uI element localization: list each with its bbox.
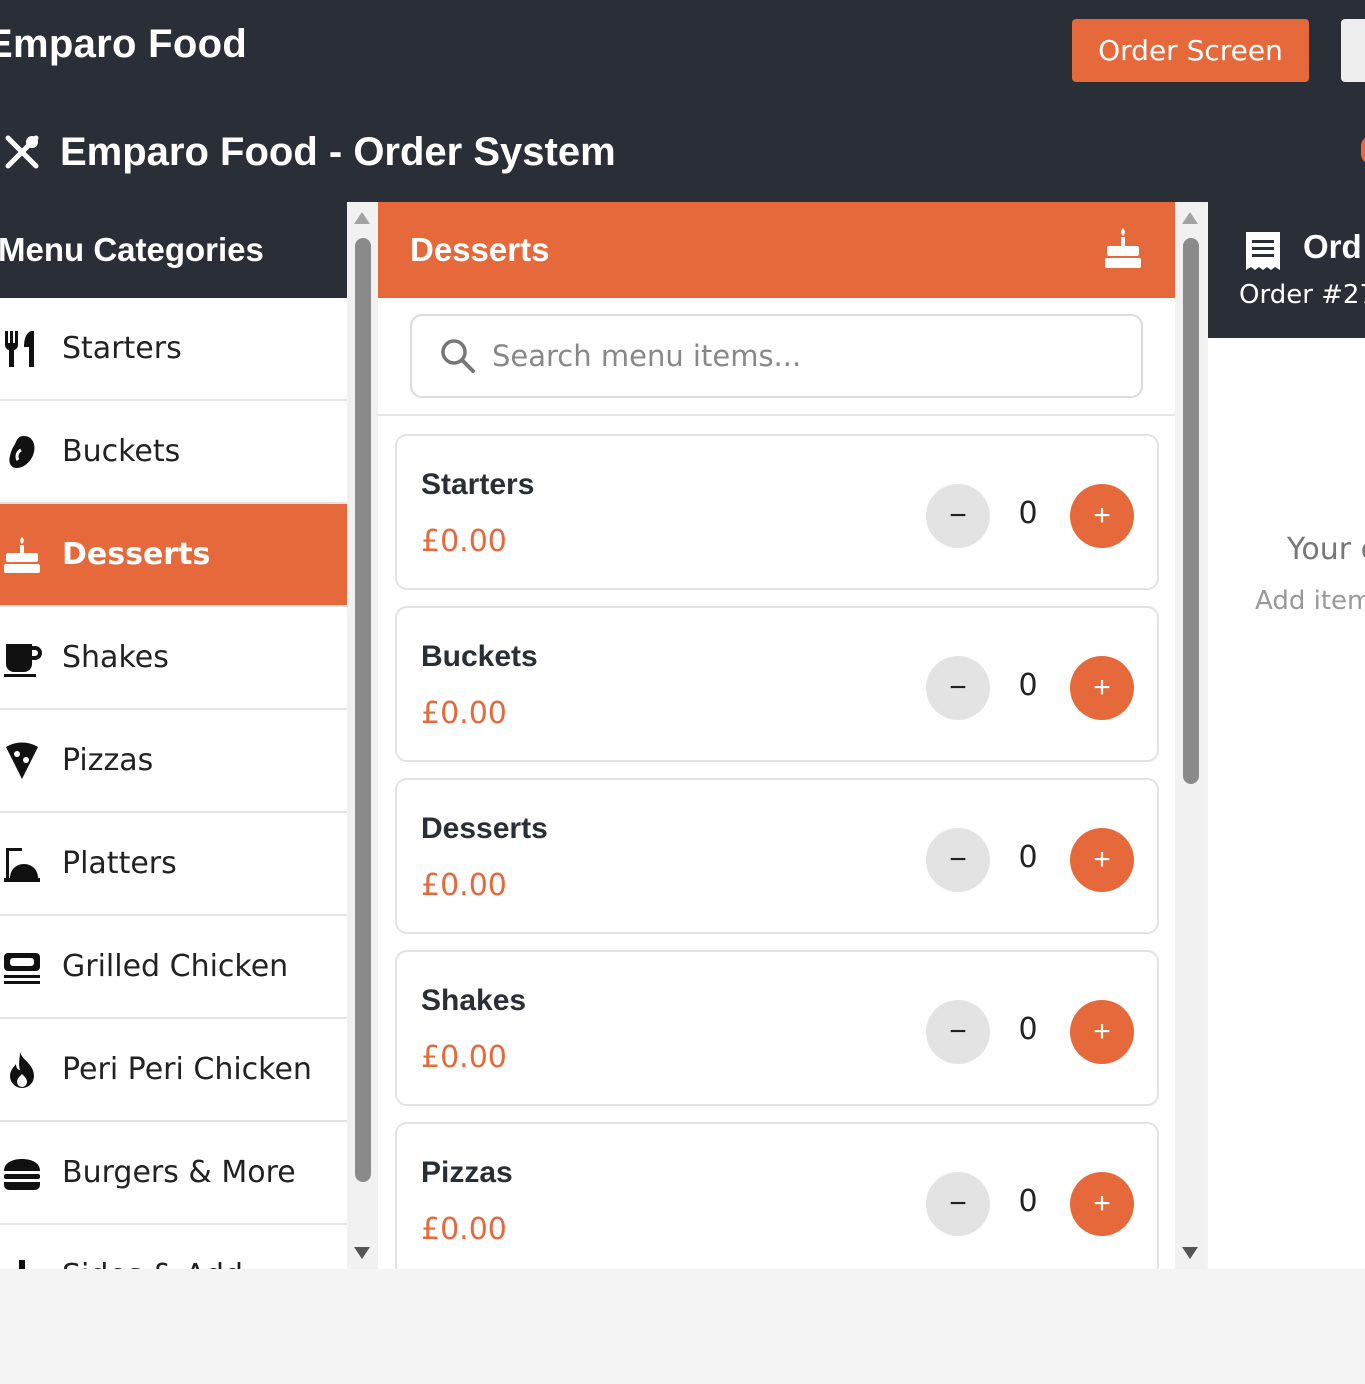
menu-item-card: Shakes £0.00 − 0 +: [395, 950, 1159, 1106]
item-price: £0.00: [421, 696, 507, 731]
pizza-slice-icon: [2, 741, 42, 781]
decrease-quantity-button[interactable]: −: [926, 828, 990, 892]
item-name: Shakes: [421, 984, 527, 1017]
sidebar-item-grilled-chicken[interactable]: Grilled Chicken: [0, 916, 347, 1019]
mug-icon: [2, 638, 42, 678]
order-title: Ord: [1303, 228, 1362, 265]
menu-title: Desserts: [410, 231, 550, 268]
item-name: Desserts: [421, 812, 548, 845]
grill-icon: [2, 947, 42, 987]
menu-header: Desserts: [378, 202, 1175, 298]
system-title-text: Emparo Food - Order System: [60, 129, 616, 174]
scrollbar-thumb[interactable]: [355, 238, 371, 1182]
menu-item-card: Pizzas £0.00 − 0 +: [395, 1122, 1159, 1269]
brand-title: Emparo Food: [0, 22, 248, 66]
item-price: £0.00: [421, 868, 507, 903]
category-sidebar: Menu Categories Starters Buckets Dessert…: [0, 202, 347, 1269]
scroll-down-arrow[interactable]: [354, 1247, 370, 1259]
increase-quantity-button[interactable]: +: [1070, 484, 1134, 548]
menu-items-list: Starters £0.00 − 0 + Buckets £0.00 − 0 +…: [378, 416, 1175, 1269]
status-indicator: [1361, 136, 1365, 164]
empty-cart-title: Your c: [1287, 532, 1365, 567]
search-box: [410, 314, 1143, 398]
search-section: [378, 298, 1175, 416]
menu-item-card: Buckets £0.00 − 0 +: [395, 606, 1159, 762]
increase-quantity-button[interactable]: +: [1070, 828, 1134, 892]
sidebar-title: Menu Categories: [0, 231, 264, 268]
sidebar-item-shakes[interactable]: Shakes: [0, 607, 347, 710]
item-price: £0.00: [421, 1040, 507, 1075]
drumstick-icon: [2, 432, 42, 472]
sidebar-item-sides-add[interactable]: Sides & Add: [0, 1225, 347, 1269]
menu-item-card: Desserts £0.00 − 0 +: [395, 778, 1159, 934]
sidebar-item-label: Peri Peri Chicken: [62, 1052, 312, 1087]
sidebar-item-label: Starters: [62, 331, 182, 366]
sidebar-item-starters[interactable]: Starters: [0, 298, 347, 401]
receipt-icon: [1244, 230, 1282, 272]
item-name: Buckets: [421, 640, 538, 673]
increase-quantity-button[interactable]: +: [1070, 1172, 1134, 1236]
empty-cart-subtitle: Add item: [1255, 586, 1365, 616]
sidebar-item-label: Platters: [62, 846, 177, 881]
utensils-icon: [2, 329, 42, 369]
sidebar-item-label: Shakes: [62, 640, 169, 675]
platter-icon: [2, 844, 42, 884]
sidebar-item-label: Buckets: [62, 434, 181, 469]
sidebar-item-label: Burgers & More: [62, 1155, 296, 1190]
sidebar-item-pizzas[interactable]: Pizzas: [0, 710, 347, 813]
decrease-quantity-button[interactable]: −: [926, 656, 990, 720]
utensils-crossed-icon: [0, 130, 44, 174]
secondary-header-button[interactable]: [1341, 19, 1365, 82]
scrollbar-thumb[interactable]: [1183, 238, 1199, 784]
order-header: Ord Order #27: [1208, 202, 1365, 338]
item-price: £0.00: [421, 1212, 507, 1247]
sidebar-item-platters[interactable]: Platters: [0, 813, 347, 916]
fire-icon: [2, 1050, 42, 1090]
sidebar-item-buckets[interactable]: Buckets: [0, 401, 347, 504]
sidebar-item-label: Sides & Add: [62, 1258, 243, 1269]
cake-icon: [1103, 226, 1143, 274]
order-screen-button[interactable]: Order Screen: [1072, 19, 1309, 82]
scroll-down-arrow[interactable]: [1182, 1247, 1198, 1259]
decrease-quantity-button[interactable]: −: [926, 1172, 990, 1236]
item-name: Starters: [421, 468, 535, 501]
sidebar-item-label: Grilled Chicken: [62, 949, 289, 984]
sidebar-header: Menu Categories: [0, 202, 347, 298]
sidebar-item-peri-peri-chicken[interactable]: Peri Peri Chicken: [0, 1019, 347, 1122]
order-panel: Ord Order #27 Your c Add item: [1208, 202, 1365, 1269]
quantity-value: 0: [1018, 668, 1038, 703]
sidebar-item-desserts[interactable]: Desserts: [0, 504, 347, 607]
sidebar-item-label: Desserts: [62, 537, 211, 572]
increase-quantity-button[interactable]: +: [1070, 1000, 1134, 1064]
sidebar-item-label: Pizzas: [62, 743, 154, 778]
order-number: Order #27: [1239, 280, 1365, 310]
scroll-up-arrow[interactable]: [354, 212, 370, 224]
plus-icon: [2, 1256, 42, 1269]
quantity-value: 0: [1018, 840, 1038, 875]
increase-quantity-button[interactable]: +: [1070, 656, 1134, 720]
menu-items-panel: Desserts Starters £0.00 − 0 + Buckets £0…: [378, 202, 1175, 1269]
decrease-quantity-button[interactable]: −: [926, 484, 990, 548]
sidebar-scrollbar[interactable]: [347, 202, 378, 1269]
search-input[interactable]: [492, 339, 1092, 373]
quantity-value: 0: [1018, 1184, 1038, 1219]
quantity-value: 0: [1018, 496, 1038, 531]
burger-icon: [2, 1153, 42, 1193]
top-bar: Emparo Food Order Screen Emparo Food - O…: [0, 0, 1365, 202]
item-name: Pizzas: [421, 1156, 513, 1189]
menu-scrollbar[interactable]: [1175, 202, 1206, 1269]
quantity-value: 0: [1018, 1012, 1038, 1047]
cake-icon: [2, 535, 42, 575]
search-icon: [440, 338, 476, 374]
scroll-up-arrow[interactable]: [1182, 212, 1198, 224]
item-price: £0.00: [421, 524, 507, 559]
sidebar-item-burgers-more[interactable]: Burgers & More: [0, 1122, 347, 1225]
system-title: Emparo Food - Order System: [0, 124, 616, 180]
menu-item-card: Starters £0.00 − 0 +: [395, 434, 1159, 590]
decrease-quantity-button[interactable]: −: [926, 1000, 990, 1064]
